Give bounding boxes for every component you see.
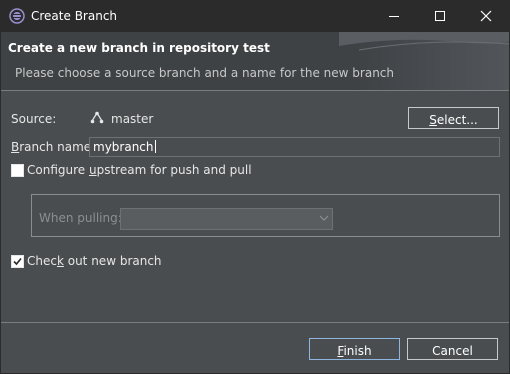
window-title: Create Branch bbox=[31, 9, 118, 23]
configure-upstream-label-post: pstream for push and pull bbox=[96, 163, 252, 177]
select-button[interactable]: Select... bbox=[408, 107, 499, 129]
checkout-checkbox[interactable] bbox=[11, 255, 24, 268]
checkmark-icon bbox=[13, 257, 22, 266]
maximize-icon bbox=[435, 11, 445, 21]
header-divider bbox=[1, 90, 509, 91]
branch-name-label-post: ranch name: bbox=[19, 140, 96, 154]
title-bar: Create Branch bbox=[1, 1, 509, 32]
branch-name-input[interactable]: mybranch bbox=[89, 137, 500, 157]
configure-upstream-label[interactable]: Configure upstream for push and pull bbox=[27, 163, 252, 177]
wizard-header: Create a new branch in repository test P… bbox=[1, 32, 509, 90]
maximize-button[interactable] bbox=[417, 1, 463, 32]
branch-name-label: Branch name: bbox=[11, 140, 95, 154]
close-button[interactable] bbox=[463, 1, 509, 32]
branch-name-label-mnemonic: B bbox=[11, 140, 20, 154]
select-button-mnemonic: S bbox=[429, 113, 437, 127]
branch-icon bbox=[90, 111, 104, 128]
header-title: Create a new branch in repository test bbox=[8, 41, 270, 55]
eclipse-app-icon bbox=[9, 8, 25, 24]
select-button-label-post: elect... bbox=[436, 113, 478, 127]
minimize-button[interactable] bbox=[371, 1, 417, 32]
header-banner-graphic bbox=[339, 32, 509, 51]
when-pulling-combo[interactable] bbox=[120, 208, 333, 230]
finish-button[interactable]: Finish bbox=[309, 338, 400, 360]
branch-name-value: mybranch bbox=[93, 140, 154, 154]
configure-upstream-checkbox[interactable] bbox=[11, 164, 24, 177]
cancel-button[interactable]: Cancel bbox=[407, 338, 498, 360]
configure-upstream-label-pre: Configure bbox=[27, 163, 89, 177]
when-pulling-label: When pulling: bbox=[39, 211, 122, 225]
header-subtitle: Please choose a source branch and a name… bbox=[15, 66, 395, 80]
checkout-label[interactable]: Check out new branch bbox=[27, 254, 162, 268]
checkout-label-pre: Chec bbox=[27, 254, 57, 268]
configure-upstream-mnemonic: u bbox=[88, 163, 97, 177]
source-label: Source: bbox=[11, 112, 57, 126]
source-branch-value: master bbox=[111, 112, 154, 126]
checkout-label-post: out new branch bbox=[63, 254, 162, 268]
minimize-icon bbox=[389, 16, 399, 17]
checkout-mnemonic: k bbox=[56, 254, 64, 268]
chevron-down-icon bbox=[319, 215, 329, 221]
finish-label-post: inish bbox=[343, 344, 372, 358]
text-caret bbox=[154, 140, 156, 153]
create-branch-dialog: Create Branch Create a new branch in rep… bbox=[0, 0, 510, 374]
footer-divider bbox=[1, 322, 509, 323]
close-icon bbox=[480, 10, 492, 22]
